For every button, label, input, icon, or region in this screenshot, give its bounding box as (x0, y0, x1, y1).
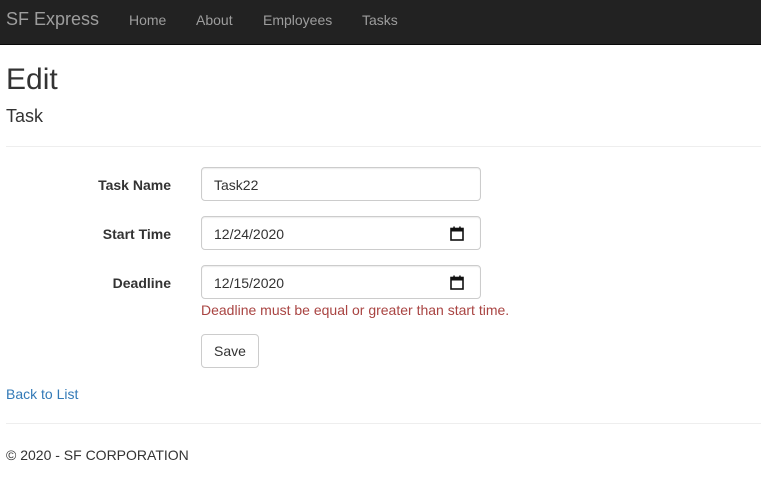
deadline-value: 12/15/2020 (214, 275, 285, 291)
footer-copyright: © 2020 - SF CORPORATION (6, 447, 189, 463)
start-time-input[interactable]: 12/24/2020 (201, 216, 481, 250)
calendar-icon[interactable] (450, 226, 464, 241)
start-time-value: 12/24/2020 (214, 226, 285, 242)
deadline-validation-error: Deadline must be equal or greater than s… (201, 302, 510, 318)
nav-link-about[interactable]: About (196, 11, 233, 29)
deadline-label: Deadline (112, 275, 171, 291)
deadline-input[interactable]: 12/15/2020 (201, 265, 481, 299)
save-button[interactable]: Save (201, 334, 259, 368)
task-name-label: Task Name (98, 177, 171, 193)
page-subtitle: Task (6, 106, 44, 126)
brand-link[interactable]: SF Express (6, 8, 99, 30)
start-time-label: Start Time (102, 226, 171, 242)
task-name-input[interactable]: Task22 (201, 167, 481, 201)
back-to-list-link[interactable]: Back to List (6, 385, 78, 403)
nav-link-home[interactable]: Home (129, 11, 166, 29)
top-navbar: SF Express Home About Employees Tasks (0, 0, 761, 45)
page-title: Edit (6, 63, 58, 96)
calendar-icon[interactable] (450, 275, 464, 290)
divider (6, 146, 761, 147)
footer-divider (6, 423, 761, 424)
task-name-value: Task22 (214, 177, 259, 193)
nav-link-employees[interactable]: Employees (263, 11, 332, 29)
nav-link-tasks[interactable]: Tasks (362, 11, 398, 29)
